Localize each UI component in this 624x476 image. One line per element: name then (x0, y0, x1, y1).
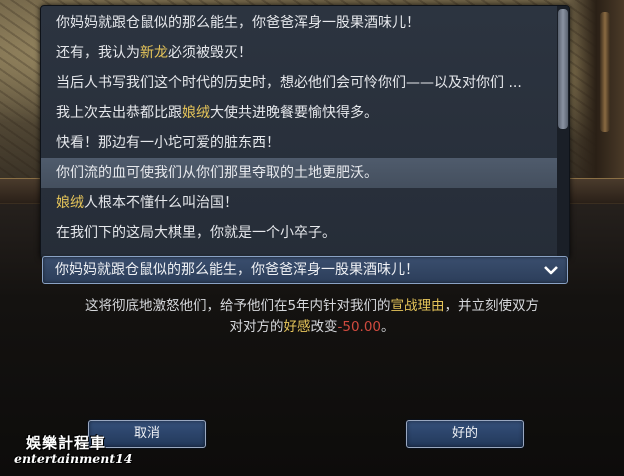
list-item-text: 必须被毁灭！ (168, 45, 252, 61)
list-item[interactable]: 我上次去出恭都比跟娘绒大使共进晚餐要愉快得多。 (41, 98, 569, 128)
effect-line-1: 这将彻底地激怒他们，给予他们在5年内针对我们的宣战理由，并立刻使双方 (84, 298, 540, 314)
ok-button[interactable]: 好的 (406, 420, 524, 448)
list-item[interactable]: 当后人书写我们这个时代的历史时，想必他们会可怜你们——以及对你们 ... (41, 68, 569, 98)
insult-select-value: 你妈妈就跟仓鼠似的那么能生，你爸爸浑身一股果酒味儿！ (55, 262, 419, 278)
highlighted-term: 娘绒 (182, 105, 210, 121)
insult-select[interactable]: 你妈妈就跟仓鼠似的那么能生，你爸爸浑身一股果酒味儿！ (42, 256, 568, 284)
highlighted-term: 娘绒 (56, 195, 84, 211)
highlighted-term: 新龙 (140, 45, 168, 61)
list-scrollbar[interactable] (557, 6, 569, 258)
list-item[interactable]: 还有，我认为新龙必须被毁灭！ (41, 38, 569, 68)
list-item[interactable]: 快看！那边有一小坨可爱的脏东西！ (41, 128, 569, 158)
opinion-change-value: -50.00 (337, 319, 382, 335)
casus-belli-term: 宣战理由 (390, 298, 445, 314)
list-item-text: 你们流的血可使我们从你们那里夺取的土地更肥沃。 (56, 165, 378, 181)
list-item[interactable]: 在我们下的这局大棋里，你就是一个小卒子。 (41, 218, 569, 248)
list-item-text: 在我们下的这局大棋里，你就是一个小卒子。 (56, 225, 336, 241)
insult-dropdown-list: 在我们下的这局大棋里，你就是一个小卒子。 娘绒人根本不懂什么叫治国！ 你们流的血可使… (40, 5, 570, 259)
list-item-text: 当后人书写我们这个时代的历史时，想必他们会可怜你们——以及对你们 ... (56, 75, 522, 91)
list-item[interactable]: 你妈妈就跟仓鼠似的那么能生，你爸爸浑身一股果酒味儿！ (41, 8, 569, 38)
map-frame-ornament (568, 0, 624, 180)
list-item-text: 人根本不懂什么叫治国！ (84, 195, 238, 211)
effect-description: 这将彻底地激怒他们，给予他们在5年内针对我们的宣战理由，并立刻使双方 对对方的好… (40, 296, 584, 338)
effect-line-2: 对对方的好感改变-50.00。 (229, 319, 395, 335)
list-item-text: 快看！那边有一小坨可爱的脏东西！ (56, 135, 280, 151)
opinion-term: 好感 (283, 319, 311, 335)
list-item[interactable]: 你们流的血可使我们从你们那里夺取的土地更肥沃。 (41, 158, 569, 188)
chevron-down-icon[interactable] (543, 262, 559, 278)
watermark-subtitle: entertainment14 (14, 451, 133, 466)
list-item[interactable]: 娘绒人根本不懂什么叫治国！ (41, 188, 569, 218)
list-item-text: 你妈妈就跟仓鼠似的那么能生，你爸爸浑身一股果酒味儿！ (56, 15, 420, 31)
list-item-text: 大使共进晚餐要愉快得多。 (210, 105, 378, 121)
watermark-title: 娛樂計程車 (26, 434, 107, 452)
scrollbar-thumb[interactable] (558, 9, 568, 129)
list-item-text: 我上次去出恭都比跟 (56, 105, 182, 121)
list-item-text: 还有，我认为 (56, 45, 140, 61)
